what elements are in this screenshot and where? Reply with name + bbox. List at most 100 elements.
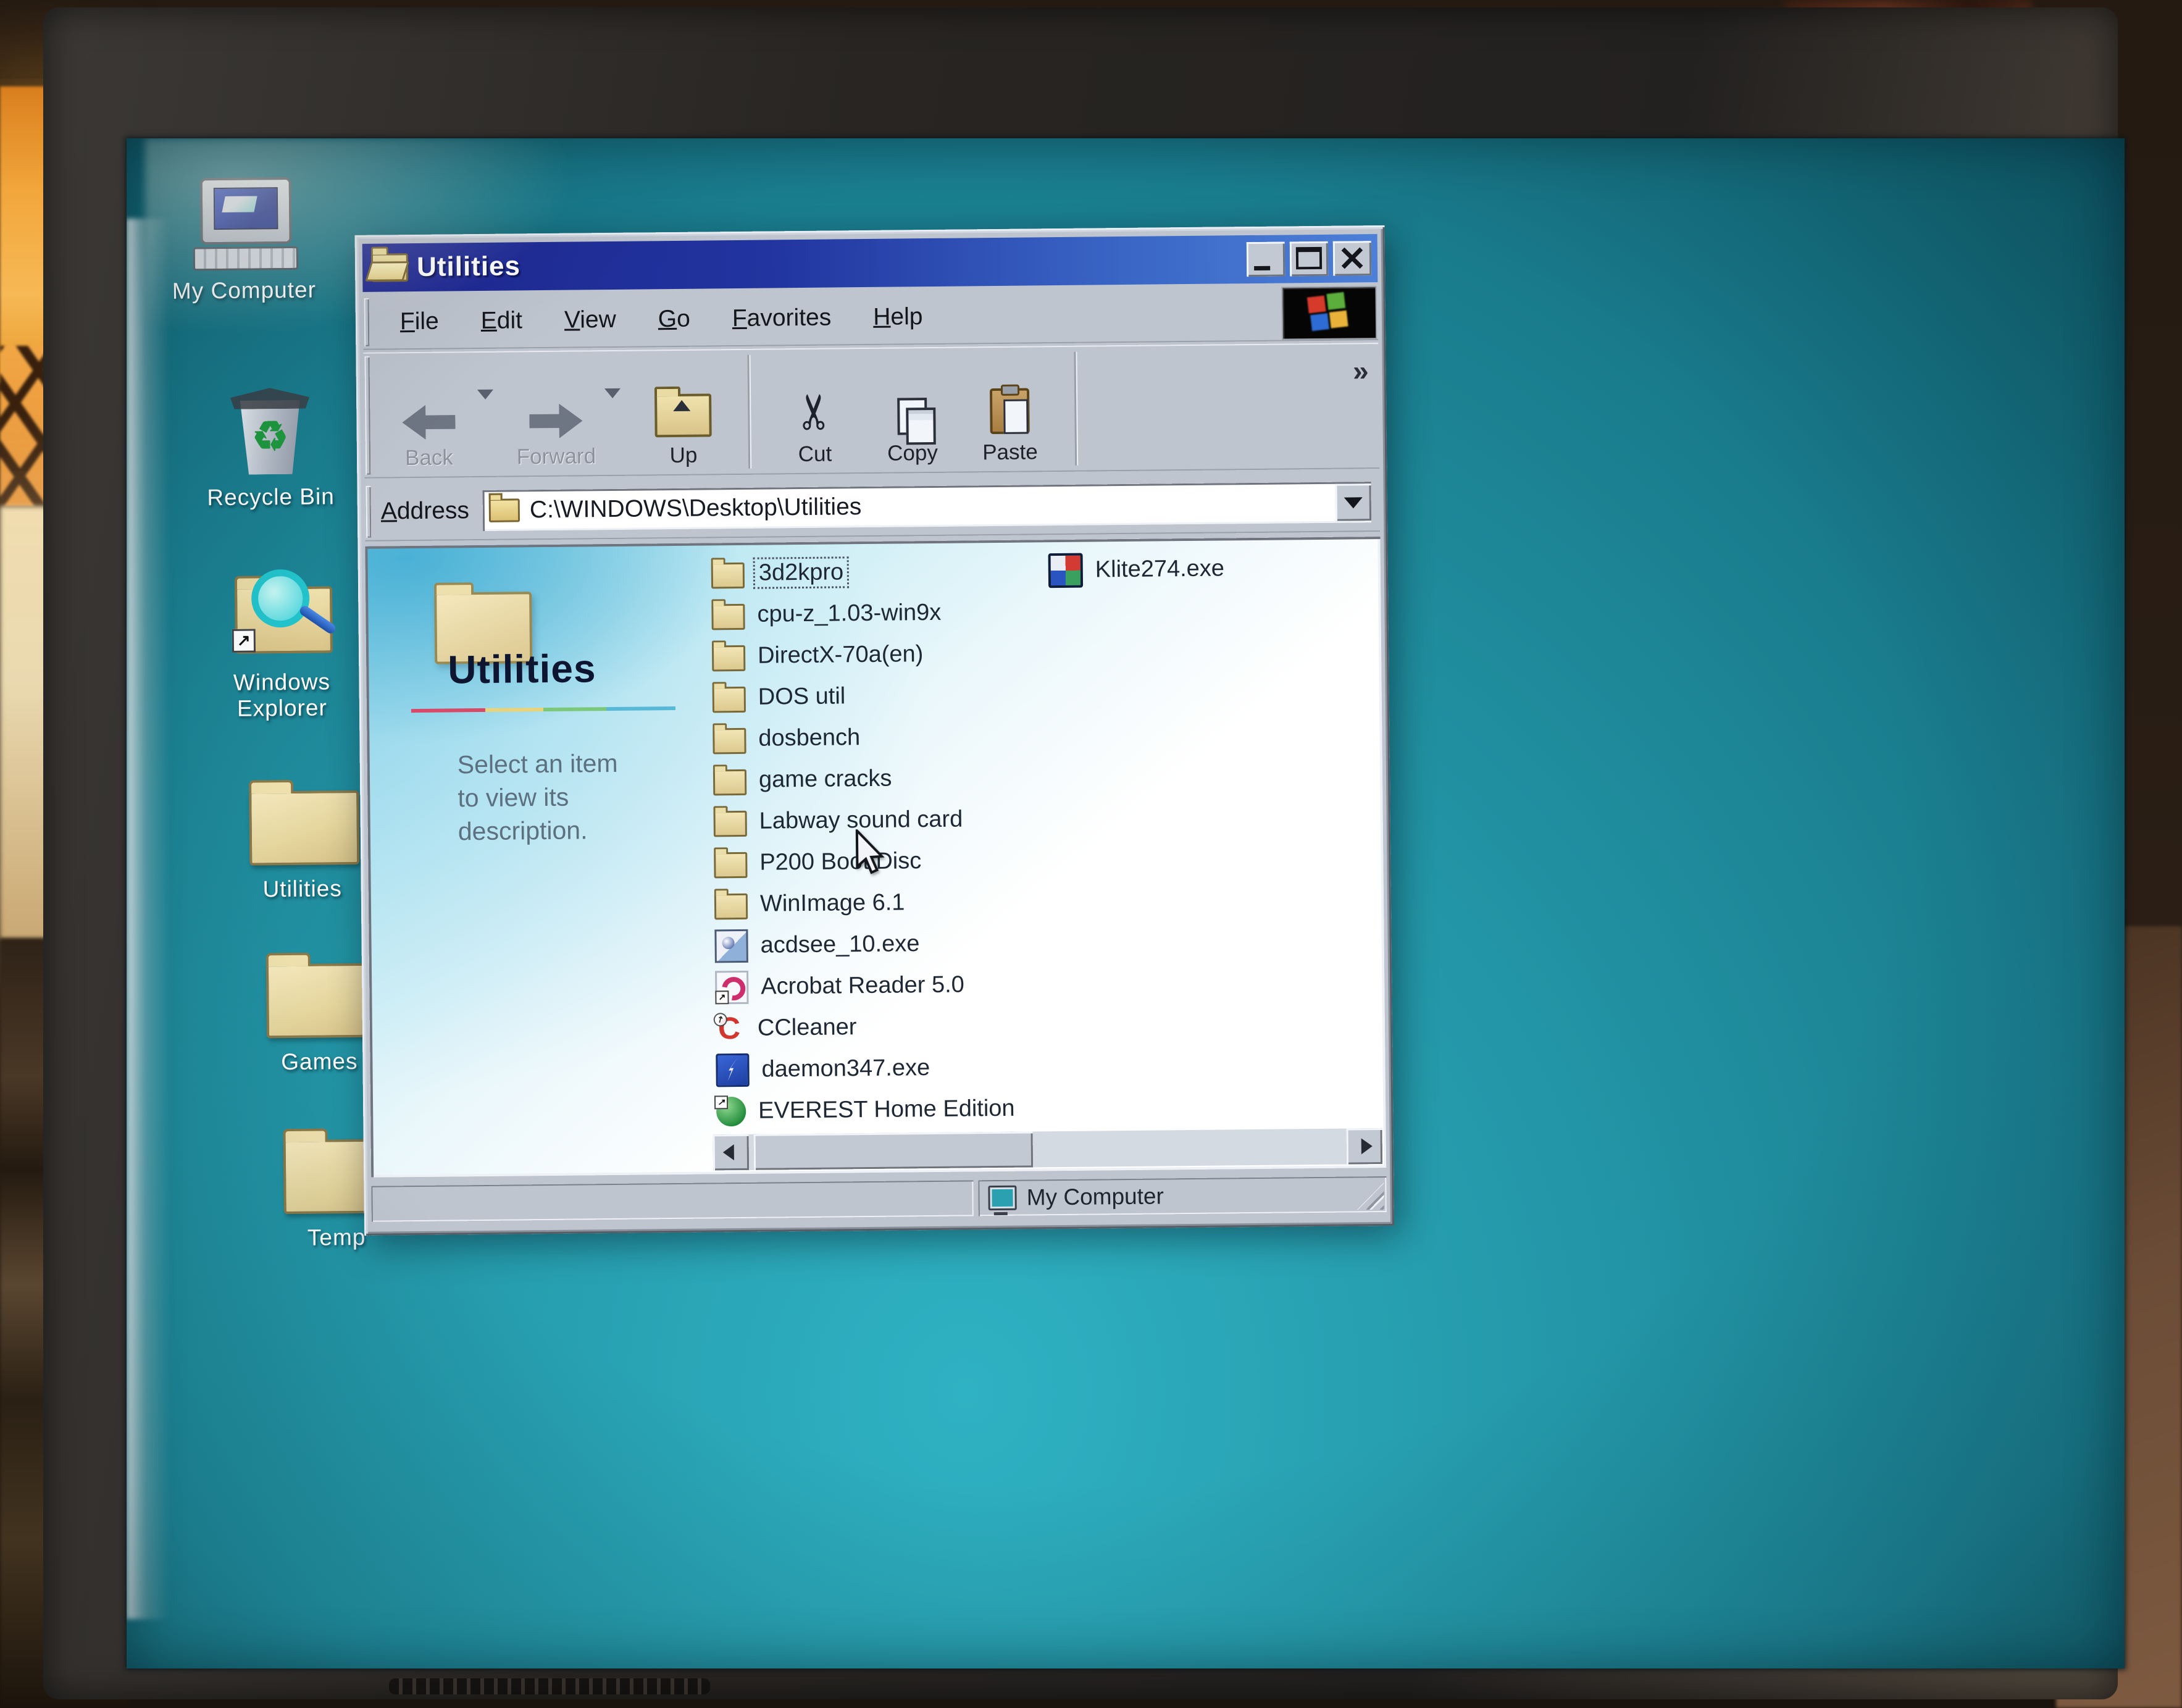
- desktop-icon-label: Windows Explorer: [189, 669, 375, 722]
- recycle-bin-icon: ♻: [202, 383, 338, 477]
- monitor-vents: [389, 1678, 710, 1694]
- file-name: Klite274.exe: [1092, 555, 1229, 584]
- file-name: cpu-z_1.03-win9x: [753, 599, 945, 629]
- my-computer-icon: [989, 1186, 1017, 1210]
- up-button[interactable]: Up: [633, 351, 732, 474]
- file-list: 3d2kpro cpu-z_1.03-win9x DirectX-70a(en) DO…: [707, 540, 1382, 1170]
- paste-icon: [990, 388, 1030, 434]
- paste-button[interactable]: Paste: [960, 348, 1059, 471]
- back-arrow-icon: [402, 404, 456, 440]
- address-bar-grip[interactable]: [366, 486, 371, 538]
- menu-file[interactable]: File: [379, 308, 460, 335]
- acrobat-app-icon: [715, 970, 749, 1004]
- back-dropdown-caret[interactable]: [477, 390, 493, 400]
- windows-flag-icon: [1307, 291, 1352, 333]
- menu-bar-grip[interactable]: [364, 298, 370, 346]
- forward-button: Forward: [506, 353, 605, 475]
- toolbar-overflow-chevron[interactable]: »: [1353, 354, 1369, 387]
- address-bar: Address C:\WINDOWS\Desktop\Utilities: [364, 472, 1380, 542]
- desktop-icon-windows-explorer[interactable]: ↗Windows Explorer: [188, 569, 375, 722]
- folder-icon: [714, 810, 747, 837]
- menu-edit[interactable]: Edit: [460, 307, 544, 335]
- info-pane-description: Select an item to view its description.: [458, 747, 638, 848]
- folder-icon: [713, 686, 746, 713]
- resize-grip[interactable]: [1356, 1183, 1384, 1210]
- menu-favorites[interactable]: Favorites: [711, 304, 853, 332]
- toolbar-button-label: Cut: [798, 442, 832, 467]
- file-name: P200 Boot Disc: [756, 847, 925, 877]
- file-item[interactable]: Acrobat Reader 5.0: [715, 964, 1018, 1008]
- title-bar[interactable]: Utilities: [362, 234, 1378, 292]
- address-dropdown-button[interactable]: [1335, 484, 1371, 521]
- folder-icon: [711, 603, 745, 630]
- file-name: DOS util: [755, 682, 850, 711]
- file-item[interactable]: DirectX-70a(en): [712, 633, 1014, 677]
- file-item[interactable]: cpu-z_1.03-win9x: [711, 592, 1014, 636]
- file-item[interactable]: CCleaner: [716, 1005, 1018, 1050]
- forward-dropdown-caret[interactable]: [604, 388, 621, 398]
- copy-icon: [897, 398, 927, 435]
- daemon-app-icon: [716, 1053, 750, 1087]
- file-name: WinImage 6.1: [756, 889, 909, 918]
- file-name: acdsee_10.exe: [756, 930, 923, 960]
- toolbar-button-label: Back: [405, 445, 453, 471]
- file-item[interactable]: dosbench: [713, 716, 1015, 760]
- folder-icon: [233, 776, 370, 869]
- toolbar-spacer: [1092, 406, 1353, 408]
- file-item[interactable]: game cracks: [713, 757, 1016, 802]
- menu-help[interactable]: Help: [852, 303, 944, 331]
- file-name: 3d2kpro: [753, 556, 850, 588]
- file-item[interactable]: WinImage 6.1: [714, 881, 1017, 926]
- close-button[interactable]: [1333, 241, 1372, 276]
- webview-info-pane: Utilities Select an item to view its des…: [369, 546, 713, 1173]
- horizontal-scrollbar[interactable]: [713, 1128, 1383, 1170]
- file-name: game cracks: [755, 765, 896, 794]
- menu-bar: FileEditViewGoFavoritesHelp: [362, 285, 1378, 350]
- toolbar-button-label: Up: [669, 443, 697, 468]
- status-left-panel: [371, 1180, 974, 1221]
- toolbar: Back Forward Up ✂CutCopy Paste »: [363, 343, 1379, 479]
- back-button: Back: [379, 354, 478, 476]
- file-item[interactable]: EVEREST Home Edition: [716, 1088, 1019, 1132]
- address-input[interactable]: C:\WINDOWS\Desktop\Utilities: [483, 482, 1371, 531]
- menu-go[interactable]: Go: [637, 305, 711, 333]
- info-pane-rule: [411, 706, 675, 713]
- maximize-button[interactable]: [1290, 241, 1329, 277]
- file-item[interactable]: daemon347.exe: [716, 1047, 1018, 1091]
- folder-icon: [711, 562, 745, 588]
- desktop-icon-recycle-bin[interactable]: ♻ Recycle Bin: [177, 383, 364, 511]
- cut-button[interactable]: ✂Cut: [765, 350, 864, 472]
- copy-button[interactable]: Copy: [863, 350, 961, 472]
- folder-icon: [713, 769, 746, 795]
- toolbar-separator: [1074, 352, 1077, 466]
- minimize-button[interactable]: [1247, 241, 1285, 277]
- scroll-left-button[interactable]: [713, 1134, 750, 1171]
- explorer-window: Utilities FileEditViewGoFavoritesHelp: [355, 225, 1394, 1236]
- file-name: daemon347.exe: [758, 1054, 934, 1084]
- folder-icon: [714, 852, 747, 878]
- file-name: DirectX-70a(en): [754, 640, 927, 670]
- file-item[interactable]: 3d2kpro: [711, 550, 1014, 595]
- desktop-icon-label: Recycle Bin: [178, 484, 363, 511]
- toolbar-grip[interactable]: [364, 356, 370, 475]
- my-computer-icon: [175, 177, 312, 271]
- file-name: CCleaner: [754, 1013, 861, 1042]
- toolbar-button-label: Paste: [982, 440, 1038, 465]
- file-item[interactable]: acdsee_10.exe: [714, 923, 1017, 967]
- open-folder-icon: [371, 253, 408, 282]
- file-item[interactable]: DOS util: [712, 674, 1014, 719]
- status-zone-panel: My Computer: [978, 1176, 1386, 1216]
- desktop-icon-label: My Computer: [151, 277, 336, 304]
- window-title: Utilities: [417, 251, 520, 283]
- scroll-right-button[interactable]: [1347, 1128, 1383, 1165]
- info-pane-title: Utilities: [448, 645, 596, 692]
- status-zone-text: My Computer: [1027, 1183, 1164, 1210]
- menu-view[interactable]: View: [543, 306, 637, 334]
- ccleaner-app-icon: [716, 1013, 745, 1043]
- acdsee-app-icon: [714, 929, 748, 963]
- desktop-icon-my-computer[interactable]: My Computer: [151, 177, 337, 304]
- file-name: EVEREST Home Edition: [755, 1095, 1019, 1125]
- file-item[interactable]: Klite274.exe: [1048, 548, 1228, 591]
- everest-app-icon: [716, 1096, 746, 1126]
- scrollbar-thumb[interactable]: [754, 1131, 1034, 1170]
